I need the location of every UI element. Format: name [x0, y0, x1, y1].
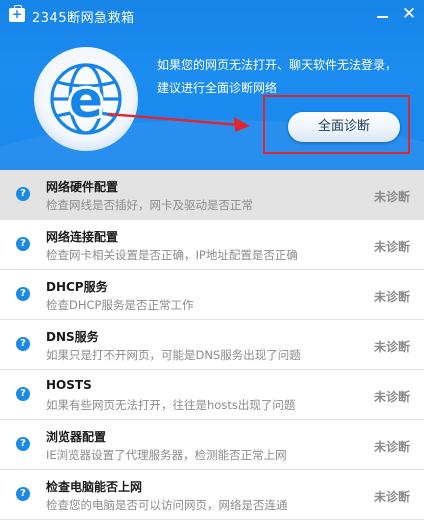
item-description: 检查网线是否插好，网卡及驱动是否正常: [46, 198, 253, 212]
item-title: 网络硬件配置: [46, 180, 119, 194]
item-title: 浏览器配置: [46, 430, 107, 444]
list-item[interactable]: ? HOSTS 如果有些网页无法打开，往往是hosts出现了问题 未诊断: [0, 370, 424, 420]
item-status: 未诊断: [373, 290, 410, 304]
item-description: 检查网卡相关设置是否正确，IP地址配置是否正确: [46, 248, 298, 262]
item-description: 如果有些网页无法打开，往往是hosts出现了问题: [46, 398, 296, 412]
item-description: 检查您的电脑是否可以访问网页，网络是否连通: [46, 498, 288, 512]
list-item[interactable]: ? DNS服务 如果只是打不开网页，可能是DNS服务出现了问题 未诊断: [0, 320, 424, 370]
list-item[interactable]: ? 网络硬件配置 检查网线是否插好，网卡及驱动是否正常 未诊断: [0, 170, 424, 220]
header-banner: 2345断网急救箱 ✕ e e: [0, 0, 424, 170]
red-arrow-annotation: [108, 112, 250, 132]
svg-text:e: e: [69, 71, 103, 129]
list-item[interactable]: ? 网络连接配置 检查网卡相关设置是否正确，IP地址配置是否正确 未诊断: [0, 220, 424, 270]
diagnosis-list: ? 网络硬件配置 检查网线是否插好，网卡及驱动是否正常 未诊断 ? 网络连接配置…: [0, 170, 424, 521]
question-icon: ?: [16, 337, 30, 351]
item-title: HOSTS: [46, 378, 92, 392]
close-button[interactable]: ✕: [398, 3, 420, 25]
question-icon: ?: [16, 237, 30, 251]
full-diagnose-button[interactable]: 全面诊断: [288, 112, 400, 142]
question-icon: ?: [16, 287, 30, 301]
item-status: 未诊断: [373, 490, 410, 504]
first-aid-kit-icon: [9, 5, 25, 22]
window-title: 2345断网急救箱: [32, 11, 135, 26]
title-bar[interactable]: 2345断网急救箱 ✕: [0, 0, 424, 32]
item-status: 未诊断: [373, 340, 410, 354]
item-description: 如果只是打不开网页，可能是DNS服务出现了问题: [46, 348, 301, 362]
item-status: 未诊断: [373, 240, 410, 254]
banner-description: 如果您的网页无法打开、聊天软件无法登录， 建议进行全面诊断网络: [157, 54, 419, 100]
ie-globe-logo-icon: e e: [34, 47, 138, 151]
item-title: DHCP服务: [46, 280, 108, 294]
list-item[interactable]: ? DHCP服务 检查DHCP服务是否正常工作 未诊断: [0, 270, 424, 320]
list-item[interactable]: ? 检查电脑能否上网 检查您的电脑是否可以访问网页，网络是否连通 未诊断: [0, 470, 424, 520]
banner-line-1: 如果您的网页无法打开、聊天软件无法登录，: [157, 58, 398, 72]
list-item[interactable]: ? 浏览器配置 IE浏览器设置了代理服务器，检测能否正常上网 未诊断: [0, 420, 424, 470]
item-status: 未诊断: [373, 390, 410, 404]
question-icon: ?: [16, 387, 30, 401]
minimize-button[interactable]: [371, 3, 393, 25]
item-description: IE浏览器设置了代理服务器，检测能否正常上网: [46, 448, 287, 462]
question-icon: ?: [16, 437, 30, 451]
item-status: 未诊断: [373, 440, 410, 454]
app-window: 2345断网急救箱 ✕ e e: [0, 0, 424, 521]
item-description: 检查DHCP服务是否正常工作: [46, 298, 194, 312]
question-icon: ?: [16, 487, 30, 501]
item-title: 检查电脑能否上网: [46, 480, 143, 494]
question-icon: ?: [16, 187, 30, 201]
item-status: 未诊断: [373, 190, 410, 204]
minimize-icon: [377, 16, 388, 18]
item-title: 网络连接配置: [46, 230, 119, 244]
item-title: DNS服务: [46, 330, 99, 344]
